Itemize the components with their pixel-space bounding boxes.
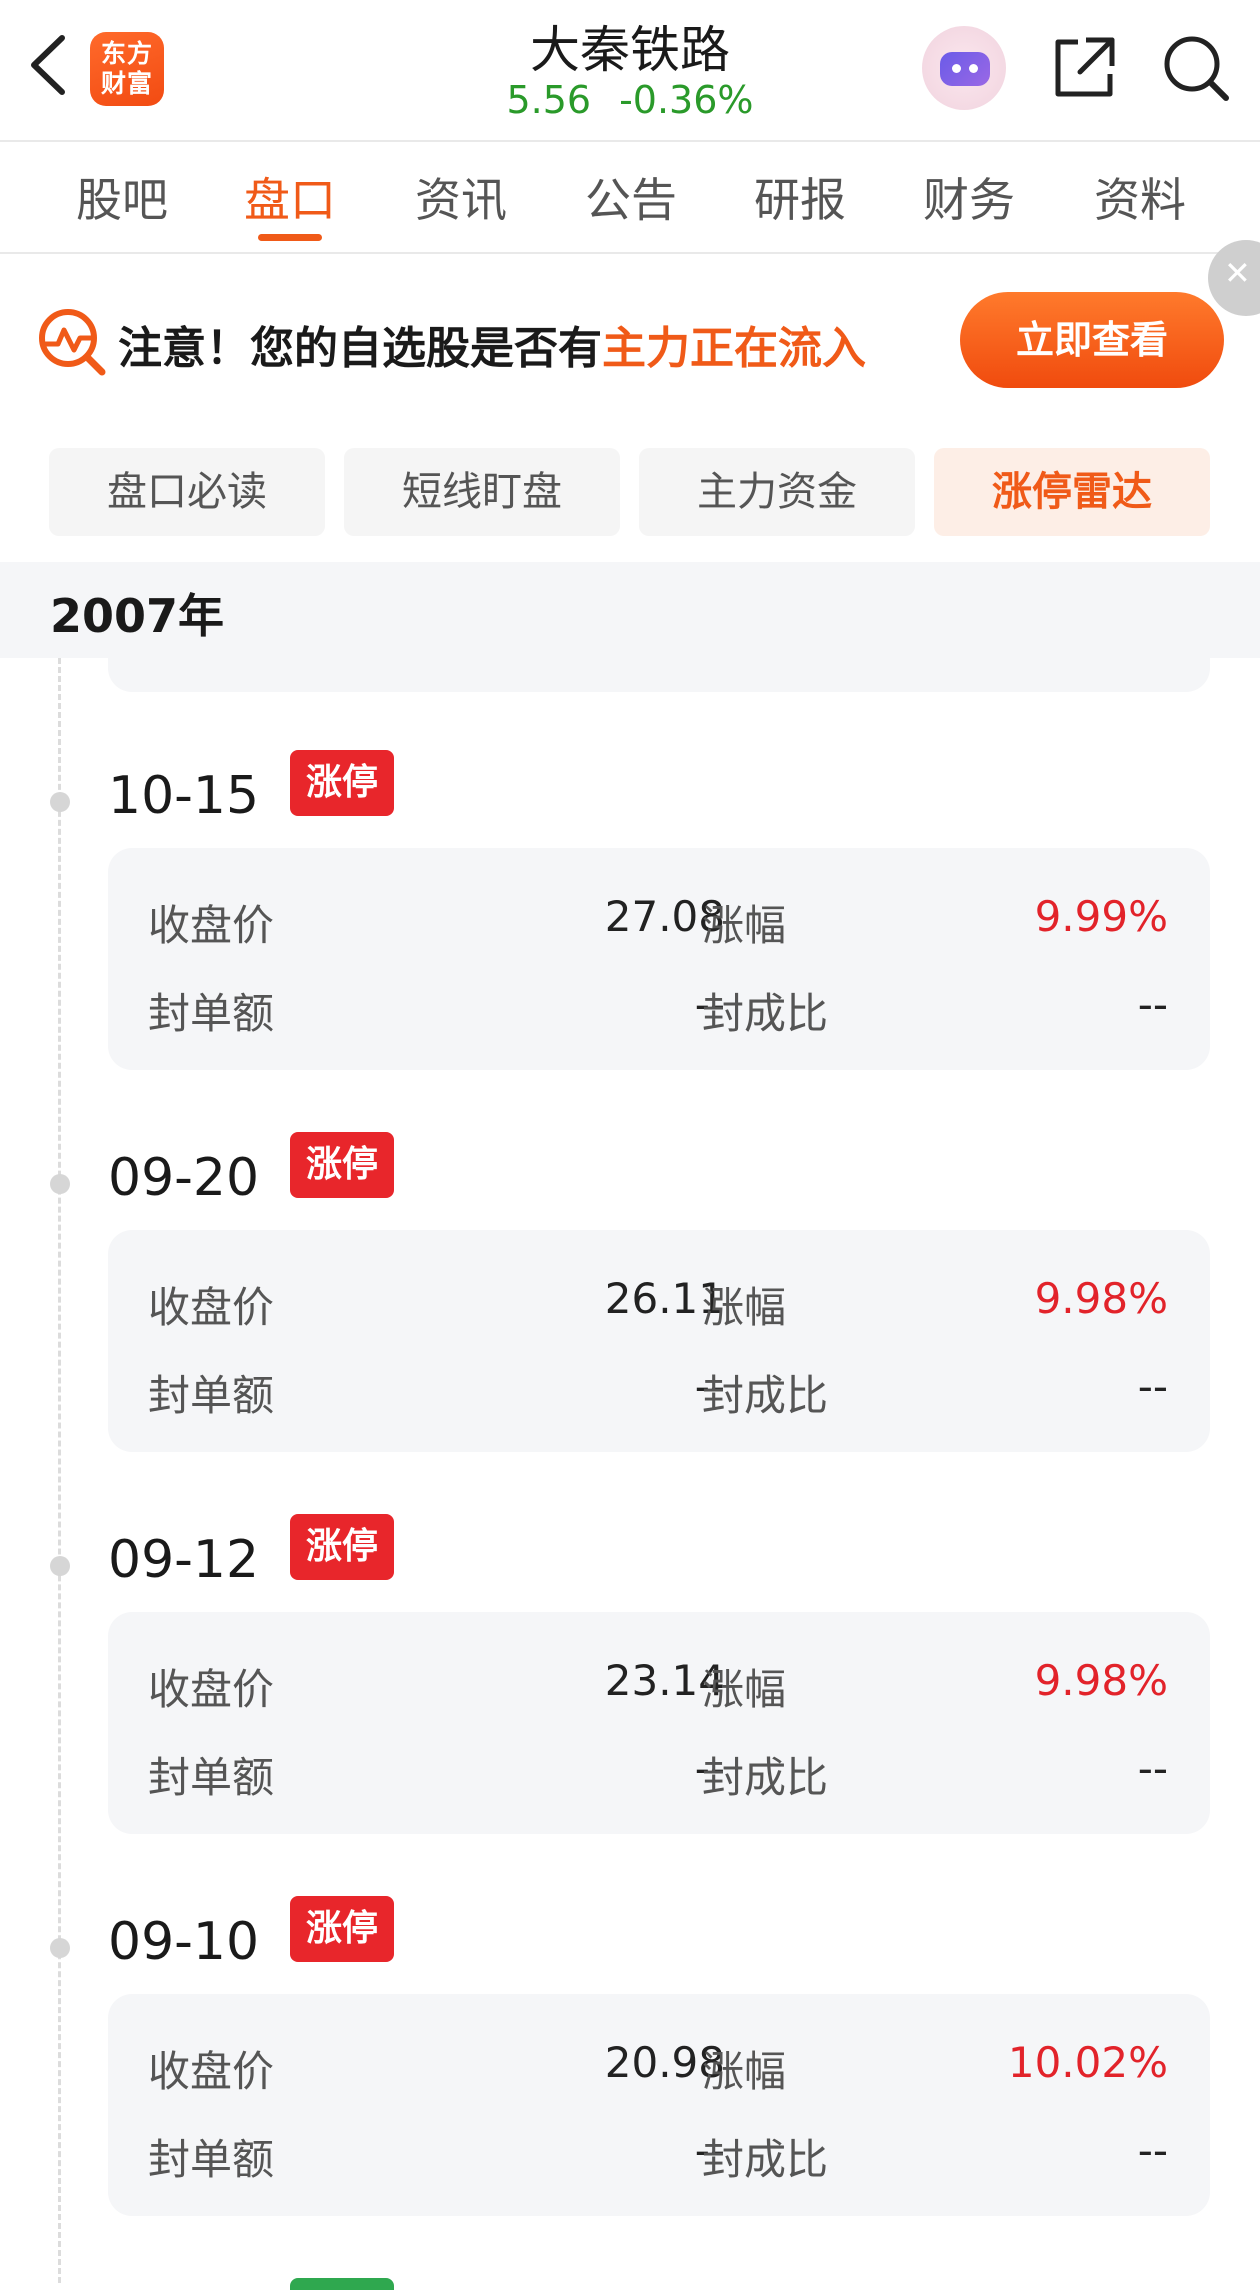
limit-up-badge: 涨停 <box>290 1132 394 1198</box>
entry-card[interactable]: 收盘价 23.14 涨幅 9.98% 封单额 -- 封成比 -- <box>108 1612 1210 1834</box>
seal-ratio-label: 封成比 <box>702 989 829 1038</box>
seal-ratio-value: -- <box>1137 1744 1168 1793</box>
close-price-label: 收盘价 <box>148 1283 275 1332</box>
robot-eye-right <box>969 64 978 73</box>
ai-assistant-button[interactable] <box>922 26 1006 110</box>
change-value: 9.99% <box>1034 892 1168 941</box>
sub-tabs: 盘口必读 短线盯盘 主力资金 涨停雷达 <box>0 448 1260 536</box>
entry-card[interactable]: 收盘价 27.08 涨幅 9.99% 封单额 -- 封成比 -- <box>108 848 1210 1070</box>
banner-text: 注意！您的自选股是否有主力正在流入 <box>118 312 866 376</box>
share-icon <box>1055 37 1115 97</box>
view-now-button[interactable]: 立即查看 <box>960 292 1224 388</box>
seal-amount-label: 封单额 <box>148 989 275 1038</box>
tab-finance[interactable]: 财务 <box>884 164 1054 230</box>
limit-up-badge: 涨停 <box>290 750 394 816</box>
tab-guba[interactable]: 股吧 <box>37 164 207 230</box>
tab-news[interactable]: 资讯 <box>376 164 546 230</box>
seal-amount-label: 封单额 <box>148 2135 275 2184</box>
top-nav-bar: 东方 财富 大秦铁路 5.56 -0.36% <box>0 0 1260 140</box>
main-tabs: 股吧 盘口 资讯 公告 研报 财务 资料 <box>0 142 1260 252</box>
timeline-dot <box>50 1174 70 1194</box>
limit-up-badge: 涨停 <box>290 1514 394 1580</box>
close-price-value: 23.14 <box>604 1656 725 1705</box>
tab-research[interactable]: 研报 <box>715 164 885 230</box>
limit-up-entry: 09-10 涨停 收盘价 20.98 涨幅 10.02% 封单额 -- 封成比 … <box>0 1896 1260 2278</box>
seal-ratio-label: 封成比 <box>702 1753 829 1802</box>
share-button[interactable] <box>1046 30 1122 106</box>
timeline-dot <box>50 792 70 812</box>
entry-card[interactable]: 收盘价 20.98 涨幅 10.02% 封单额 -- 封成比 -- <box>108 1994 1210 2216</box>
tab-profile[interactable]: 资料 <box>1055 164 1225 230</box>
entry-date: 10-15 <box>108 766 260 826</box>
close-price-label: 收盘价 <box>148 2047 275 2096</box>
banner-text-highlight: 主力正在流入 <box>602 323 866 374</box>
entry-card[interactable]: 收盘价 26.11 涨幅 9.98% 封单额 -- 封成比 -- <box>108 1230 1210 1452</box>
seal-amount-label: 封单额 <box>148 1753 275 1802</box>
change-value: 9.98% <box>1034 1274 1168 1323</box>
seal-ratio-value: -- <box>1137 980 1168 1029</box>
entry-date: 09-20 <box>108 1148 260 1208</box>
seal-amount-label: 封单额 <box>148 1371 275 1420</box>
close-price-value: 26.11 <box>604 1274 725 1323</box>
seal-amount-value: -- <box>694 980 725 1029</box>
change-value: 10.02% <box>1007 2038 1168 2087</box>
subtab-short-term[interactable]: 短线盯盘 <box>344 448 620 536</box>
banner-text-prefix: 注意！您的自选股是否有 <box>118 323 602 374</box>
close-price-label: 收盘价 <box>148 1665 275 1714</box>
seal-ratio-label: 封成比 <box>702 2135 829 2184</box>
change-label: 涨幅 <box>702 1283 787 1332</box>
tab-announcements[interactable]: 公告 <box>546 164 716 230</box>
subtab-limit-up-radar[interactable]: 涨停雷达 <box>934 448 1210 536</box>
close-price-value: 27.08 <box>604 892 725 941</box>
change-label: 涨幅 <box>702 2047 787 2096</box>
tab-pankou[interactable]: 盘口 <box>205 164 375 230</box>
change-label: 涨幅 <box>702 1665 787 1714</box>
robot-eye-left <box>952 64 961 73</box>
subtab-must-read[interactable]: 盘口必读 <box>49 448 325 536</box>
entry-date: 09-10 <box>108 1912 260 1972</box>
close-price-value: 20.98 <box>604 2038 725 2087</box>
change-label: 涨幅 <box>702 901 787 950</box>
search-button[interactable] <box>1158 30 1234 106</box>
limit-up-entry: 09-12 涨停 收盘价 23.14 涨幅 9.98% 封单额 -- 封成比 -… <box>0 1514 1260 1896</box>
seal-amount-value: -- <box>694 1744 725 1793</box>
seal-amount-value: -- <box>694 2126 725 2175</box>
timeline-dot <box>50 1556 70 1576</box>
limit-up-entry: 09-20 涨停 收盘价 26.11 涨幅 9.98% 封单额 -- 封成比 -… <box>0 1132 1260 1514</box>
seal-amount-value: -- <box>694 1362 725 1411</box>
promo-banner[interactable]: 注意！您的自选股是否有主力正在流入 立即查看 <box>0 254 1260 424</box>
active-tab-indicator <box>258 234 322 241</box>
capital-flow-icon <box>39 309 106 376</box>
seal-ratio-value: -- <box>1137 2126 1168 2175</box>
close-icon: ✕ <box>1224 254 1251 292</box>
stock-price: 5.56 <box>506 78 592 122</box>
subtab-main-capital[interactable]: 主力资金 <box>639 448 915 536</box>
change-value: 9.98% <box>1034 1656 1168 1705</box>
close-price-label: 收盘价 <box>148 901 275 950</box>
seal-ratio-label: 封成比 <box>702 1371 829 1420</box>
entry-date: 09-12 <box>108 1530 260 1590</box>
limit-up-badge: 涨停 <box>290 1896 394 1962</box>
next-entry-badge <box>290 2278 394 2290</box>
year-header: 2007年 <box>0 562 1260 658</box>
limit-up-entry: 10-15 涨停 收盘价 27.08 涨幅 9.99% 封单额 -- 封成比 -… <box>0 750 1260 1132</box>
robot-icon <box>940 52 990 86</box>
stock-change: -0.36% <box>619 78 754 122</box>
timeline-dot <box>50 1938 70 1958</box>
search-icon <box>1164 36 1229 101</box>
seal-ratio-value: -- <box>1137 1362 1168 1411</box>
year-label: 2007年 <box>50 589 225 643</box>
